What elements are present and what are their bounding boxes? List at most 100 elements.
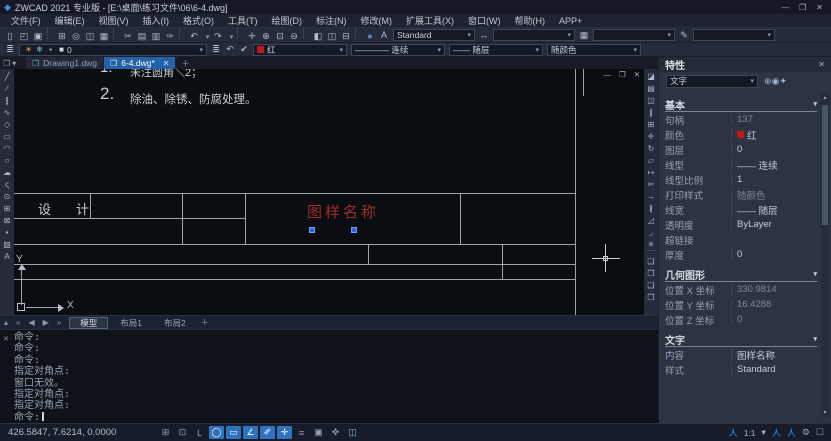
zoom-previous-icon[interactable]: ⊖ (287, 31, 301, 43)
fullscreen-icon[interactable]: ☐ (815, 426, 825, 439)
mline-icon[interactable]: ∥ (1, 94, 14, 106)
expand-icon[interactable]: ▴ (0, 318, 12, 327)
property-value[interactable]: 随颜色 (731, 188, 817, 202)
annotation-visibility-icon[interactable]: 人 (771, 426, 782, 439)
property-value[interactable]: —— 连续 (731, 158, 817, 172)
menu-item[interactable]: 标注(N) (309, 14, 354, 27)
last-tab-icon[interactable]: » (53, 318, 65, 327)
style-dropdown[interactable]: ▾ (693, 29, 775, 41)
save-icon[interactable]: ▣ (31, 31, 45, 43)
layer-manager-icon[interactable]: ≣ (3, 44, 17, 56)
menu-item[interactable]: 修改(M) (354, 14, 400, 27)
property-value[interactable]: ByLayer (731, 219, 817, 230)
menu-item[interactable]: 文件(F) (4, 14, 48, 27)
menu-item[interactable]: 扩展工具(X) (399, 14, 461, 27)
separator[interactable] (355, 27, 361, 39)
quick-select-icon[interactable]: ✦ (779, 76, 787, 86)
menu-item[interactable]: 帮助(H) (508, 14, 553, 27)
move-icon[interactable]: ✛ (645, 130, 658, 142)
menu-item[interactable]: 编辑(E) (48, 14, 92, 27)
menu-item[interactable]: 插入(I) (136, 14, 177, 27)
layer-previous-icon[interactable]: ↶ (223, 44, 237, 56)
style-dropdown[interactable]: Standard ▾ (393, 29, 475, 41)
doc-close-button[interactable]: ✕ (634, 70, 640, 79)
menu-item[interactable]: APP+ (552, 16, 589, 26)
linetype-dropdown[interactable]: ———— 连续 ▾ (351, 44, 445, 56)
style-dropdown[interactable]: ▾ (593, 29, 675, 41)
style-dropdown[interactable]: ▾ (493, 29, 575, 41)
redo-icon[interactable]: ↷ (211, 31, 225, 43)
crosshair-toggle-icon[interactable]: ✛ (277, 426, 292, 439)
make-layer-current-icon[interactable]: ✔ (237, 44, 251, 56)
xline-icon[interactable]: ∕ (1, 82, 14, 94)
trim-icon[interactable]: ✂ (645, 178, 658, 190)
array-icon[interactable]: ⊞ (645, 118, 658, 130)
tab-layout2[interactable]: 布局2 (154, 317, 196, 329)
mtext-icon[interactable]: A (1, 250, 14, 262)
close-tab-icon[interactable]: ✕ (163, 59, 170, 68)
scale-icon[interactable]: ▱ (645, 154, 658, 166)
scroll-down-icon[interactable]: ▾ (821, 409, 829, 416)
render-icon[interactable]: ● (363, 30, 377, 42)
break-icon[interactable]: ∦ (645, 202, 658, 214)
plot-icon[interactable]: ⊞ (55, 31, 69, 43)
property-value[interactable]: 红 (731, 128, 817, 142)
separator[interactable] (179, 27, 185, 39)
rotate-icon[interactable]: ↻ (645, 142, 658, 154)
hatch-icon[interactable]: ▨ (1, 238, 14, 250)
new-tab-button[interactable]: ＋ (176, 58, 194, 69)
pan-icon[interactable]: ✛ (245, 31, 259, 43)
annotation-scale-value[interactable]: 1:1 (743, 426, 757, 439)
publish-icon[interactable]: ◫ (83, 31, 97, 43)
explode-icon[interactable]: ✳ (645, 238, 658, 250)
section-text[interactable]: 文字 ▾ (665, 332, 817, 347)
selected-text-entity[interactable]: 图样名称 (307, 201, 379, 222)
property-value[interactable]: 137 (731, 114, 817, 125)
property-value[interactable]: Standard (731, 364, 817, 375)
preview-icon[interactable]: ◎ (69, 31, 83, 43)
rectangle-icon[interactable]: ▭ (1, 130, 14, 142)
viewport-poly-icon[interactable]: ◫ (325, 31, 339, 43)
doc-restore-button[interactable]: ❐ (619, 70, 626, 79)
quick-properties-icon[interactable]: ✜ (328, 426, 343, 439)
mirror-icon[interactable]: ◫ (645, 94, 658, 106)
tab-layout1[interactable]: 布局1 (110, 317, 152, 329)
cut-icon[interactable]: ✂ (121, 31, 135, 43)
new-file-icon[interactable]: ▯ (3, 31, 17, 43)
menu-item[interactable]: 窗口(W) (461, 14, 508, 27)
fillet-icon[interactable]: ◞ (645, 226, 658, 238)
lineweight-dropdown[interactable]: —— 随层 ▾ (449, 44, 543, 56)
menu-item[interactable]: 视图(V) (92, 14, 136, 27)
layer-dropdown[interactable]: ☀❄▪■ 0 ▾ (19, 44, 207, 56)
ellipse-icon[interactable]: ⊙ (1, 190, 14, 202)
property-value[interactable]: 16.4288 (731, 299, 817, 310)
point-icon[interactable]: • (1, 226, 14, 238)
command-window[interactable]: ✕ 命令:命令:命令:指定对角点:窗口无效。指定对角点:指定对角点:命令: (0, 329, 658, 423)
separator[interactable] (113, 27, 119, 39)
draworder-back-icon[interactable]: ❐ (645, 267, 658, 279)
otrack-icon[interactable]: ∠ (243, 426, 258, 439)
ortho-icon[interactable]: L (192, 426, 207, 439)
open-file-icon[interactable]: ◰ (17, 31, 31, 43)
property-value[interactable]: 0 (731, 144, 817, 155)
layer-states-icon[interactable]: ≣ (209, 44, 223, 56)
model-space-icon[interactable]: ◫ (345, 426, 360, 439)
text-style-icon[interactable]: A (377, 29, 391, 41)
zoom-realtime-icon[interactable]: ⊕ (259, 31, 273, 43)
settings-gear-icon[interactable]: ⚙ (801, 426, 811, 439)
scrollbar[interactable]: ▴ ▾ (821, 93, 829, 417)
tab-model[interactable]: 模型 (69, 317, 108, 329)
close-icon[interactable]: ✕ (3, 335, 9, 343)
erase-icon[interactable]: ◪ (645, 70, 658, 82)
match-properties-icon[interactable]: ✑ (163, 31, 177, 43)
spline-icon[interactable]: ς (1, 178, 14, 190)
doc-tab-6-4[interactable]: ❐ 6-4.dwg* ✕ (104, 57, 175, 69)
next-tab-icon[interactable]: ▶ (39, 318, 53, 327)
etransmit-icon[interactable]: ▦ (97, 31, 111, 43)
draworder-front-icon[interactable]: ❏ (645, 255, 658, 267)
property-value[interactable]: —— 随层 (731, 203, 817, 217)
chamfer-icon[interactable]: ◿ (645, 214, 658, 226)
paste-icon[interactable]: ▥ (149, 31, 163, 43)
separator[interactable] (237, 27, 243, 39)
property-value[interactable]: 1 (731, 174, 817, 185)
